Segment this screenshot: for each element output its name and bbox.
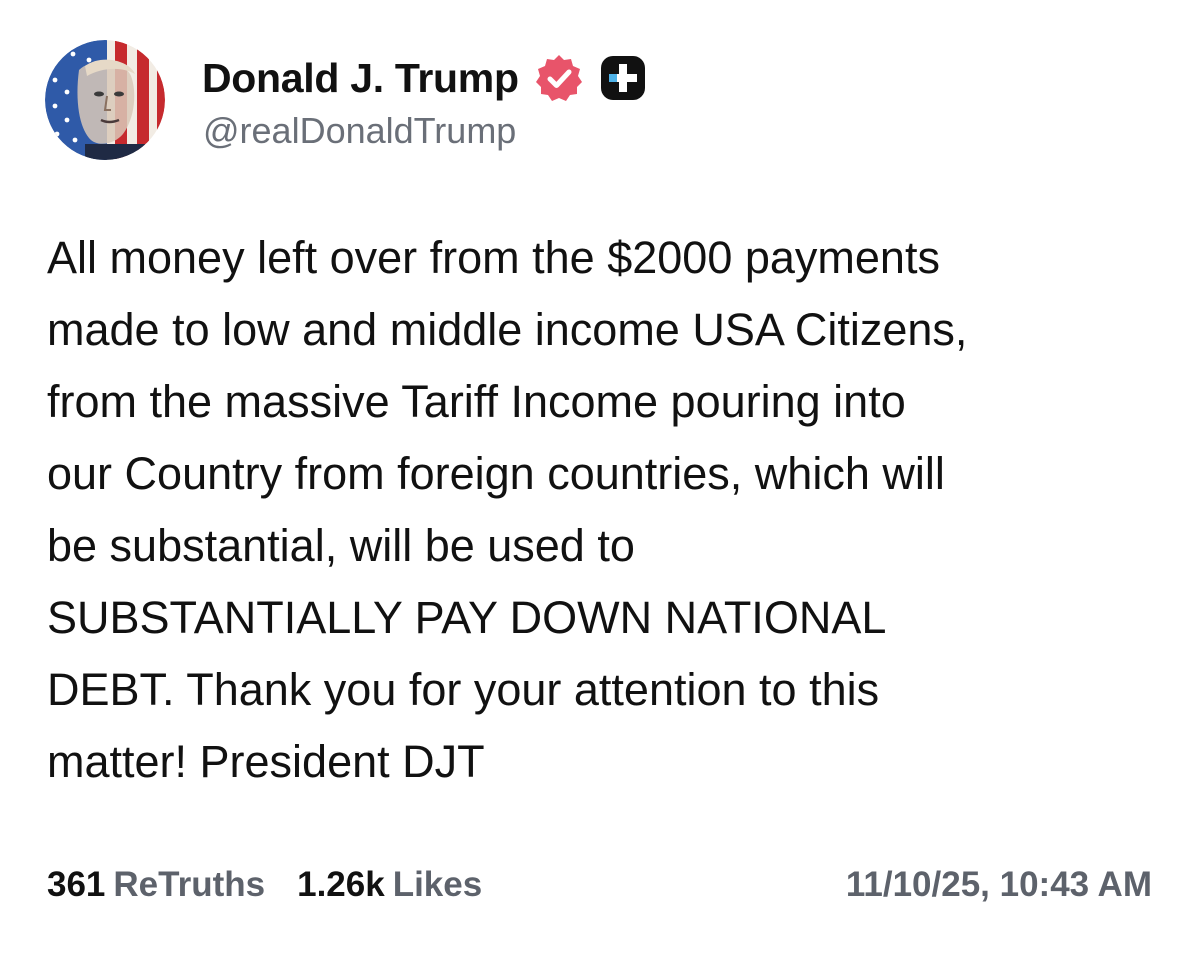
post-text-line: made to low and middle income USA Citize… <box>47 304 968 355</box>
truth-post: Donald J. Trump @realDonaldTrump All mon… <box>0 0 1200 961</box>
author-display-name[interactable]: Donald J. Trump <box>202 55 519 102</box>
post-text-line: matter! President DJT <box>47 736 485 787</box>
author-handle[interactable]: @realDonaldTrump <box>203 110 516 152</box>
likes-count: 1.26k <box>297 865 385 904</box>
post-text-line: be substantial, will be used to <box>47 520 635 571</box>
post-footer: 361 ReTruths 1.26k Likes 11/10/25, 10:43… <box>47 860 1152 910</box>
retruths-stat[interactable]: 361 ReTruths <box>47 865 265 905</box>
post-text-line: from the massive Tariff Income pouring i… <box>47 376 906 427</box>
post-text-line: All money left over from the $2000 payme… <box>47 232 940 283</box>
post-body: All money left over from the $2000 payme… <box>47 222 1157 798</box>
post-text-line: DEBT. Thank you for your attention to th… <box>47 664 880 715</box>
likes-stat[interactable]: 1.26k Likes <box>297 865 482 905</box>
post-text-line: our Country from foreign countries, whic… <box>47 448 945 499</box>
post-timestamp[interactable]: 11/10/25, 10:43 AM <box>846 865 1152 905</box>
author-name-row: Donald J. Trump <box>202 48 647 108</box>
retruths-label: ReTruths <box>113 865 266 904</box>
author-avatar[interactable] <box>45 40 165 160</box>
post-text-line: SUBSTANTIALLY PAY DOWN NATIONAL <box>47 592 887 643</box>
likes-label: Likes <box>392 865 483 904</box>
plus-badge-icon <box>599 54 647 102</box>
retruths-count: 361 <box>47 865 106 904</box>
flag-portrait-avatar-icon <box>45 40 165 160</box>
verified-badge-icon <box>533 52 585 104</box>
